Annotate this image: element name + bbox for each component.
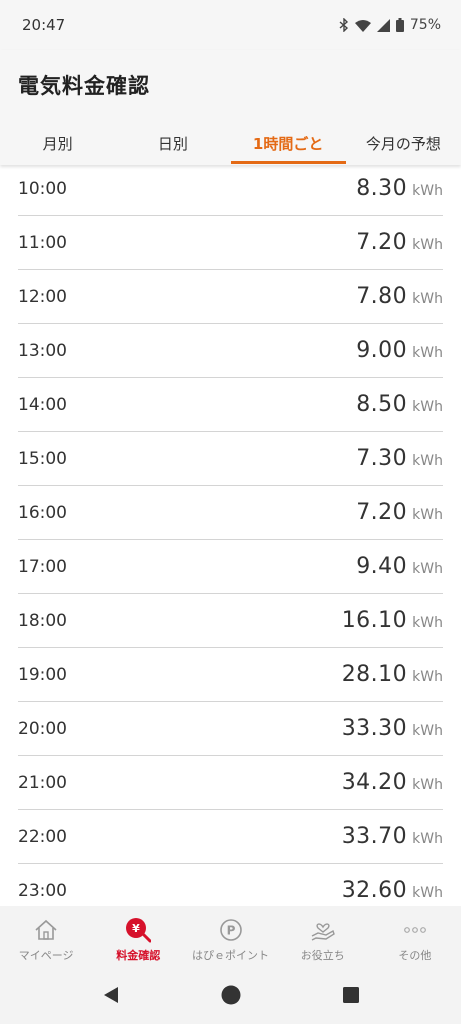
usage-row: 19:00 28.10 kWh — [18, 648, 443, 702]
tab-bar: 月別 日別 1時間ごと 今月の予想 — [0, 122, 461, 164]
usage-row: 23:00 32.60 kWh — [18, 864, 443, 906]
hour-label: 17:00 — [18, 556, 67, 577]
hour-label: 14:00 — [18, 394, 67, 415]
status-bar: 20:47 75% — [0, 0, 461, 50]
usage-unit: kWh — [412, 507, 443, 523]
usage-value: 33.30 — [341, 716, 408, 741]
usage-row: 15:00 7.30 kWh — [18, 432, 443, 486]
home-icon — [32, 916, 60, 944]
hour-label: 22:00 — [18, 826, 67, 847]
more-icon — [401, 916, 429, 944]
home-button[interactable] — [171, 985, 291, 1005]
usage-unit: kWh — [412, 345, 443, 361]
usage-unit: kWh — [412, 291, 443, 307]
battery-percent: 75% — [409, 17, 441, 33]
wifi-icon — [354, 19, 371, 32]
usage-row: 18:00 16.10 kWh — [18, 594, 443, 648]
nav-label: 料金確認 — [116, 949, 161, 962]
usage-row: 21:00 34.20 kWh — [18, 756, 443, 810]
nav-hapie-point[interactable]: P はぴｅポイント — [184, 906, 276, 966]
usage-row: 22:00 33.70 kWh — [18, 810, 443, 864]
usage-value: 8.30 — [356, 176, 408, 201]
tab-monthly-forecast[interactable]: 今月の予想 — [346, 122, 461, 164]
usage-value: 7.30 — [356, 446, 408, 471]
back-button[interactable] — [51, 986, 171, 1004]
usage-unit: kWh — [412, 615, 443, 631]
usage-value: 9.00 — [356, 338, 408, 363]
status-icons: 75% — [339, 17, 441, 33]
usage-row: 10:00 8.30 kWh — [18, 162, 443, 216]
svg-text:P: P — [226, 924, 235, 938]
hour-label: 15:00 — [18, 448, 67, 469]
usage-unit: kWh — [412, 777, 443, 793]
usage-value: 28.10 — [341, 662, 408, 687]
hour-label: 19:00 — [18, 664, 67, 685]
usage-value: 16.10 — [341, 608, 408, 633]
usage-unit: kWh — [412, 723, 443, 739]
hourly-usage-list[interactable]: 10:00 8.30 kWh 11:00 7.20 kWh 12:00 7.80 kWh 1… — [0, 162, 461, 906]
usage-row: 12:00 7.80 kWh — [18, 270, 443, 324]
usage-unit: kWh — [412, 237, 443, 253]
hour-label: 13:00 — [18, 340, 67, 361]
usage-unit: kWh — [412, 561, 443, 577]
usage-unit: kWh — [412, 885, 443, 901]
hour-label: 23:00 — [18, 880, 67, 901]
usage-row: 13:00 9.00 kWh — [18, 324, 443, 378]
point-icon: P — [217, 916, 245, 944]
hour-label: 16:00 — [18, 502, 67, 523]
tab-hourly[interactable]: 1時間ごと — [230, 122, 347, 164]
nav-label: マイページ — [18, 949, 74, 962]
nav-bill-check[interactable]: ¥ 料金確認 — [92, 906, 184, 966]
hour-label: 12:00 — [18, 286, 67, 307]
page-title: 電気料金確認 — [18, 74, 150, 98]
hand-heart-icon — [309, 916, 337, 944]
usage-row: 20:00 33.30 kWh — [18, 702, 443, 756]
svg-text:¥: ¥ — [132, 922, 140, 935]
nav-other[interactable]: その他 — [369, 906, 461, 966]
usage-unit: kWh — [412, 669, 443, 685]
usage-value: 34.20 — [341, 770, 408, 795]
nav-mypage[interactable]: マイページ — [0, 906, 92, 966]
usage-unit: kWh — [412, 453, 443, 469]
hour-label: 11:00 — [18, 232, 67, 253]
usage-unit: kWh — [412, 183, 443, 199]
usage-value: 7.80 — [356, 284, 408, 309]
hour-label: 18:00 — [18, 610, 67, 631]
tab-monthly[interactable]: 月別 — [0, 122, 115, 164]
recents-square-icon — [342, 987, 359, 1003]
usage-value: 32.60 — [341, 878, 408, 903]
hour-label: 20:00 — [18, 718, 67, 739]
nav-useful[interactable]: お役立ち — [277, 906, 369, 966]
usage-row: 11:00 7.20 kWh — [18, 216, 443, 270]
battery-icon — [395, 18, 404, 32]
usage-row: 14:00 8.50 kWh — [18, 378, 443, 432]
bottom-nav: マイページ ¥ 料金確認 P はぴｅポイント お役立ち その他 — [0, 906, 461, 966]
signal-icon — [376, 18, 390, 32]
nav-label: お役立ち — [300, 949, 345, 962]
app-header: 電気料金確認 月別 日別 1時間ごと 今月の予想 — [0, 50, 461, 165]
hour-label: 21:00 — [18, 772, 67, 793]
yen-search-icon: ¥ — [124, 916, 152, 944]
status-time: 20:47 — [22, 16, 66, 34]
usage-value: 7.20 — [356, 500, 408, 525]
nav-label: その他 — [398, 949, 432, 962]
bluetooth-icon — [339, 18, 349, 32]
usage-unit: kWh — [412, 831, 443, 847]
nav-label: はぴｅポイント — [192, 949, 269, 962]
system-nav-bar — [0, 966, 461, 1024]
usage-row: 16:00 7.20 kWh — [18, 486, 443, 540]
recents-button[interactable] — [291, 987, 411, 1003]
hour-label: 10:00 — [18, 178, 67, 199]
usage-row: 17:00 9.40 kWh — [18, 540, 443, 594]
usage-unit: kWh — [412, 399, 443, 415]
back-triangle-icon — [103, 987, 118, 1003]
home-circle-icon — [221, 985, 240, 1005]
usage-value: 8.50 — [356, 392, 408, 417]
usage-value: 9.40 — [356, 554, 408, 579]
usage-value: 33.70 — [341, 824, 408, 849]
tab-daily[interactable]: 日別 — [115, 122, 230, 164]
usage-value: 7.20 — [356, 230, 408, 255]
